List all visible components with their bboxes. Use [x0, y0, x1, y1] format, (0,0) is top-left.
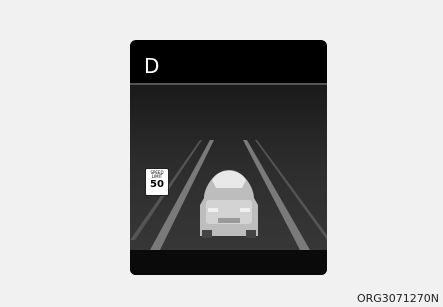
- image-code-label: ORG3071270N: [356, 292, 439, 305]
- speed-limit-sign: SPEED LIMIT 50: [145, 168, 169, 196]
- speed-sign-value: 50: [150, 179, 164, 190]
- road-scene: [130, 85, 327, 275]
- bottom-bar: [130, 250, 327, 275]
- instrument-cluster-display: D SPEED LIMIT 50: [130, 40, 327, 275]
